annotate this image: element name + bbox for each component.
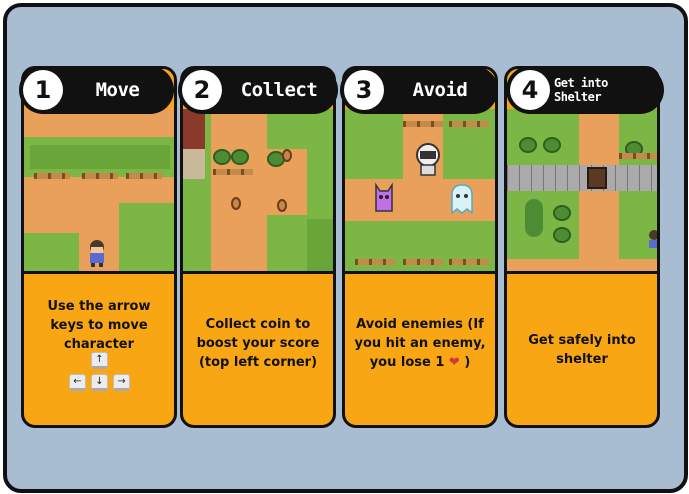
step-title: Collect (240, 79, 318, 101)
arrow-right-key: → (113, 374, 130, 391)
step-description-avoid: Avoid enemies (If you hit an enemy, you … (351, 315, 489, 372)
coin-icon (282, 149, 292, 162)
enemy-icon (451, 184, 473, 215)
step-number: 4 (510, 70, 550, 110)
step-title: Move (95, 79, 140, 101)
enemy-icon (375, 182, 393, 212)
arrow-up-key: ↑ (91, 352, 108, 369)
move-scene (24, 109, 174, 274)
step-card-move: Use the arrow keys to move character ↑ ←… (21, 66, 177, 428)
step-description: Use the arrow keys to move character (47, 299, 151, 352)
shelter-wall (507, 165, 657, 191)
step-header-shelter: 4 Get into Shelter (506, 66, 664, 114)
shelter-scene (507, 109, 657, 274)
shelter-icon (587, 167, 607, 189)
step-card-shelter: Get safely into shelter (504, 66, 660, 428)
avoid-suffix: ) (464, 355, 471, 370)
step-description: Collect coin to boost your score (top le… (196, 317, 320, 370)
collect-scene (183, 109, 333, 274)
player-icon (649, 230, 657, 248)
step-number: 3 (344, 70, 384, 110)
avoid-scene (345, 109, 495, 274)
step-header-avoid: 3 Avoid (340, 66, 498, 114)
heart-icon: ❤ (448, 355, 460, 370)
step-title: Avoid (412, 79, 468, 101)
coin-icon (277, 199, 287, 212)
step-header-collect: 2 Collect (178, 66, 338, 114)
arrow-down-key: ↓ (91, 374, 108, 391)
player-icon (90, 240, 104, 267)
step-number: 2 (182, 70, 222, 110)
step-title: Get into Shelter (554, 76, 608, 104)
arrow-left-key: ← (69, 374, 86, 391)
enemy-icon (416, 143, 440, 176)
step-number: 1 (23, 70, 63, 110)
step-header-move: 1 Move (19, 66, 174, 114)
coin-icon (231, 197, 241, 210)
step-description: Get safely into shelter (528, 333, 636, 367)
step-card-collect: Collect coin to boost your score (top le… (180, 66, 336, 428)
step-card-avoid: Avoid enemies (If you hit an enemy, you … (342, 66, 498, 428)
